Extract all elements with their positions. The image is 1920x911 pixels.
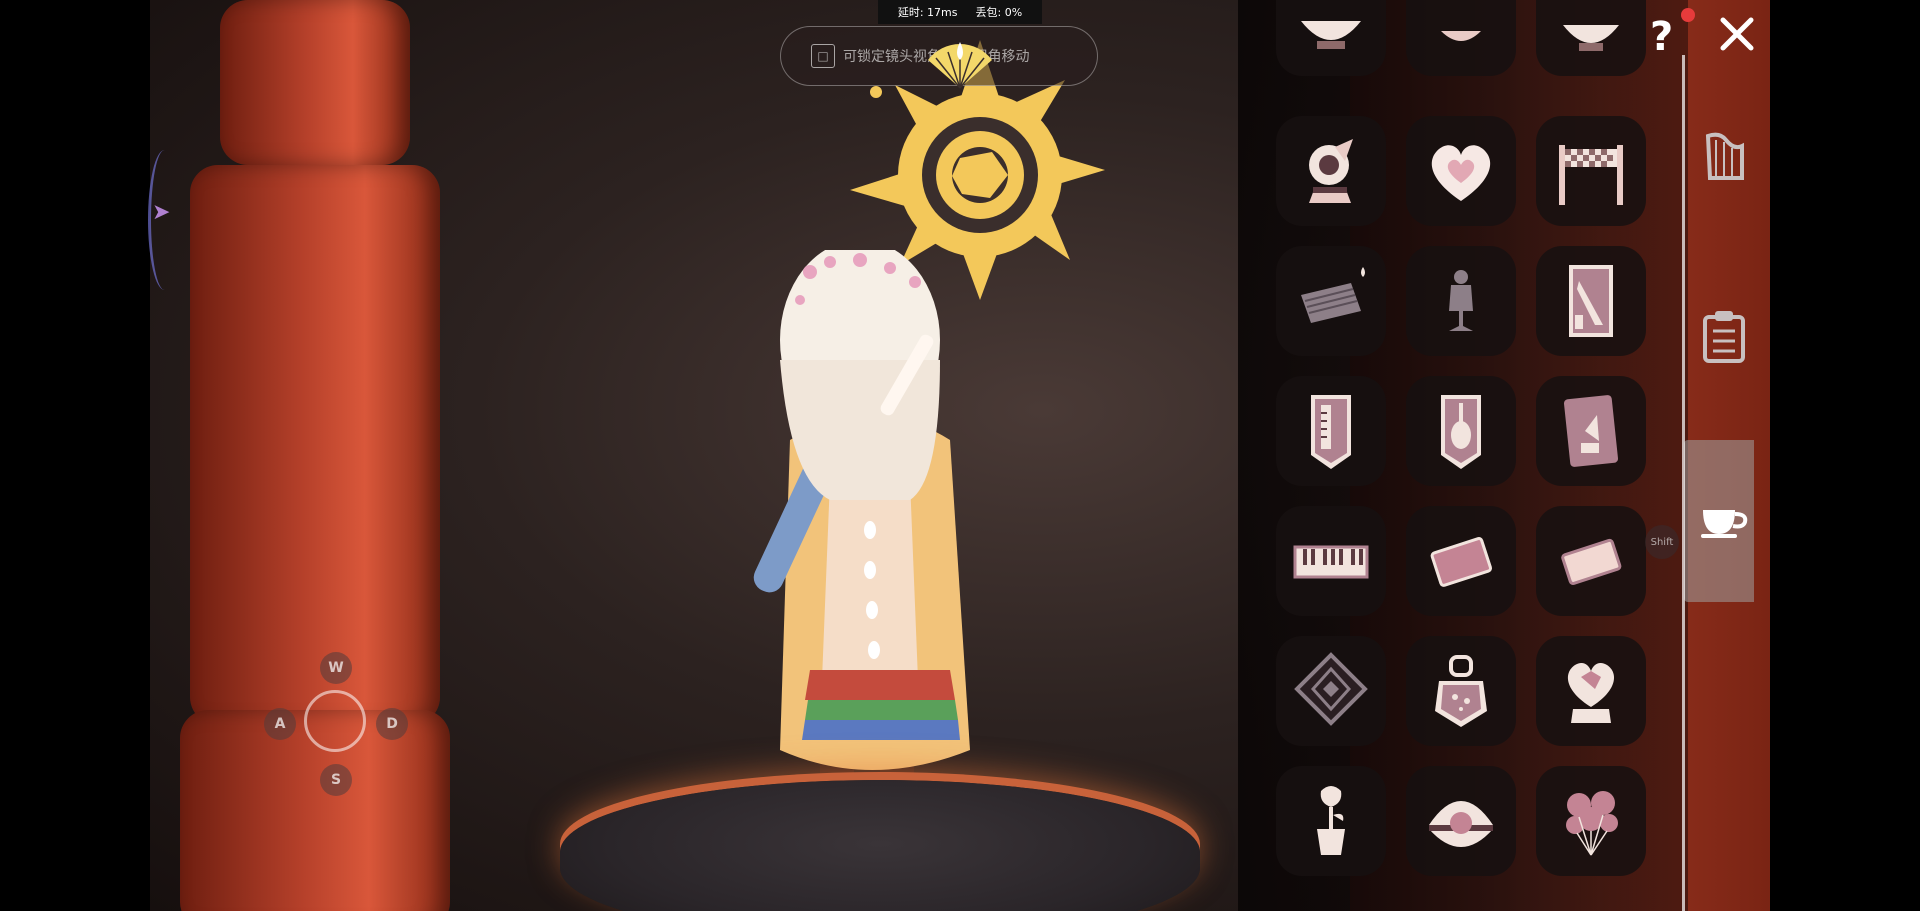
network-status: 延时: 17ms 丢包: 0% (878, 0, 1042, 24)
item-slot[interactable] (1406, 506, 1516, 616)
tab-clipboard[interactable] (1690, 302, 1758, 370)
item-slot[interactable] (1406, 376, 1516, 486)
key-s[interactable]: S (320, 764, 352, 796)
expand-left-icon[interactable]: ➤ (152, 200, 170, 225)
heart-icon (1431, 145, 1491, 201)
item-slot[interactable] (1276, 116, 1386, 226)
item-slot[interactable] (1536, 116, 1646, 226)
item-panel (1238, 0, 1688, 911)
bowl-icon (1301, 21, 1361, 49)
stone-pillar (220, 0, 410, 165)
sidebar-scroll-track (1682, 55, 1685, 911)
item-slot[interactable] (1406, 246, 1516, 356)
checker-gate-icon (1559, 145, 1623, 205)
stone-pillar (190, 165, 440, 725)
piano-keyboard-icon (1293, 545, 1369, 579)
item-slot[interactable] (1406, 766, 1516, 876)
pink-rug-icon (1430, 537, 1493, 587)
key-a[interactable]: A (264, 708, 296, 740)
player-character (753, 250, 970, 820)
lock-key-icon: □ (811, 44, 835, 68)
poster-icon (1569, 265, 1613, 337)
cake-icon (1563, 25, 1619, 51)
notification-badge (1681, 8, 1695, 22)
key-d[interactable]: D (376, 708, 408, 740)
pedestal (560, 780, 1200, 911)
banner-card-icon (1563, 395, 1619, 467)
tab-props[interactable] (1690, 486, 1758, 554)
item-slot[interactable] (1536, 766, 1646, 876)
item-slot[interactable] (1536, 506, 1646, 616)
harp-icon (1705, 132, 1744, 180)
item-slot[interactable] (1536, 0, 1646, 76)
mat-icon (1301, 267, 1365, 323)
item-slot[interactable] (1276, 246, 1386, 356)
potted-rose-icon (1317, 786, 1345, 855)
teacup-icon (1701, 510, 1748, 538)
close-icon[interactable] (1715, 12, 1759, 56)
banner-piano-icon (1311, 395, 1351, 469)
item-slot[interactable] (1276, 636, 1386, 746)
key-w[interactable]: W (320, 652, 352, 684)
beige-rug-icon (1561, 538, 1622, 585)
mannequin-icon (1449, 270, 1473, 331)
packet-loss-label: 丢包: 0% (975, 6, 1023, 19)
category-sidebar (1682, 0, 1770, 911)
snowglobe-icon (1309, 139, 1353, 203)
movement-joystick[interactable] (304, 690, 366, 752)
item-slot[interactable] (1406, 0, 1516, 76)
lantern-icon (1435, 655, 1487, 727)
tab-instruments[interactable] (1690, 122, 1758, 190)
item-slot[interactable] (1406, 116, 1516, 226)
item-slot[interactable] (1536, 636, 1646, 746)
item-slot[interactable] (1406, 636, 1516, 746)
item-slot[interactable] (1536, 246, 1646, 356)
item-slot[interactable] (1276, 766, 1386, 876)
candle-fan-icon (928, 42, 992, 89)
balloons-icon (1566, 791, 1618, 856)
item-slot[interactable] (1536, 376, 1646, 486)
pearl-clam-icon (1429, 801, 1493, 847)
shift-key[interactable]: Shift (1645, 525, 1679, 559)
help-button[interactable]: ? (1650, 14, 1673, 60)
item-slot[interactable] (1276, 506, 1386, 616)
heart-cake-icon (1567, 662, 1615, 723)
banner-violin-icon (1441, 395, 1481, 469)
latency-label: 延时: 17ms (897, 6, 958, 19)
clipboard-icon (1703, 311, 1745, 363)
item-slot[interactable] (1276, 376, 1386, 486)
bowl-icon (1441, 31, 1481, 41)
item-slot[interactable] (1276, 0, 1386, 76)
diamond-sign-icon (1294, 652, 1368, 726)
